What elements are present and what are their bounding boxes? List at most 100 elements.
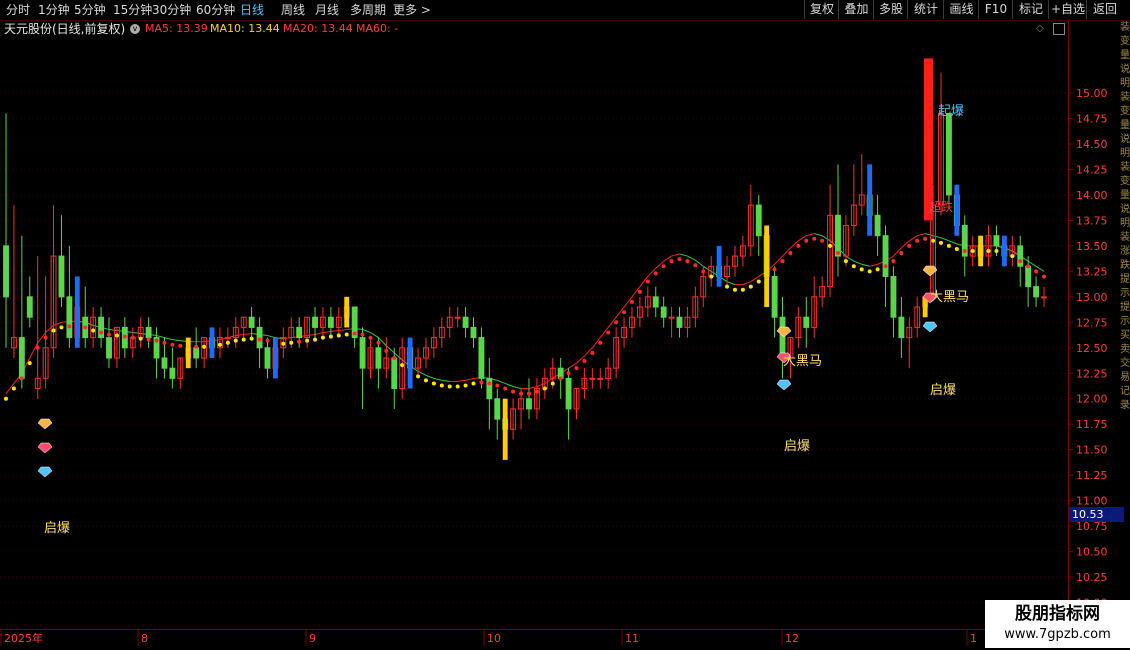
trail-dot xyxy=(828,243,833,248)
side-panel-strip[interactable]: 装变量说明装变量说明装变量说明装涨跌提示提示买卖交易记录 xyxy=(1120,21,1130,451)
y-tick-label: 14.25 xyxy=(1076,163,1108,176)
ma-line-segment xyxy=(425,374,435,379)
trail-dot xyxy=(519,391,524,396)
trail-dot xyxy=(891,259,896,264)
trail-dot xyxy=(99,330,104,335)
timeframe-1[interactable]: 1分钟 xyxy=(38,2,70,18)
candle-body xyxy=(755,204,762,237)
window-icon[interactable] xyxy=(1053,23,1065,35)
trail-dot xyxy=(907,243,912,248)
candle-body xyxy=(486,377,493,400)
trail-dot xyxy=(946,243,951,248)
trail-dot xyxy=(289,340,294,345)
trail-dot xyxy=(923,236,928,241)
ma-line-segment xyxy=(505,382,514,387)
y-tick-label: 10.25 xyxy=(1076,571,1108,584)
trail-dot xyxy=(685,259,690,264)
candle-body xyxy=(359,337,366,369)
ma-line-segment xyxy=(497,379,506,384)
qibao-top-label: 起爆 xyxy=(938,104,965,119)
y-tick-label: 14.00 xyxy=(1076,189,1108,202)
trail-dot xyxy=(27,361,32,366)
toolbar-button-3[interactable]: 统计 xyxy=(907,0,944,19)
diamond-marker xyxy=(37,442,53,454)
candle-body xyxy=(1025,265,1032,288)
y-tick-label: 15.00 xyxy=(1076,87,1108,100)
timeframe-8[interactable]: 月线 xyxy=(315,2,339,18)
timeframe-3[interactable]: 15分钟 xyxy=(113,2,152,18)
trail-dot xyxy=(534,389,539,394)
candle-body xyxy=(312,316,318,328)
trail-dot xyxy=(582,359,587,364)
trail-dot xyxy=(313,337,318,342)
y-tick-label: 13.25 xyxy=(1076,265,1108,278)
toolbar-button-7[interactable]: +自选 xyxy=(1048,0,1087,19)
timeframe-5[interactable]: 60分钟 xyxy=(196,2,235,18)
ma-line-segment xyxy=(433,377,442,381)
blue-signal-bar xyxy=(407,337,413,389)
trail-dot xyxy=(447,384,452,389)
trail-dot xyxy=(526,391,531,396)
blue-signal-bar xyxy=(272,337,278,379)
watermark-title: 股朋指标网 xyxy=(1015,604,1100,624)
trail-dot xyxy=(360,332,365,337)
timeframe-9[interactable]: 多周期 xyxy=(350,2,386,18)
trail-dot xyxy=(384,348,389,353)
blue-signal-bar xyxy=(867,164,873,236)
candle-body xyxy=(835,214,841,257)
trail-dot xyxy=(574,366,579,371)
candle-body xyxy=(26,296,33,318)
trail-dot xyxy=(471,381,476,386)
y-tick-label: 11.00 xyxy=(1076,495,1108,508)
toolbar-button-5[interactable]: F10 xyxy=(978,0,1013,19)
candle-body xyxy=(3,245,9,298)
candle-body xyxy=(375,347,382,369)
dropdown-icon[interactable]: v xyxy=(130,24,140,34)
diamond-marker xyxy=(776,326,792,338)
blue-signal-bar xyxy=(1001,235,1007,267)
y-tick-label: 12.75 xyxy=(1076,316,1108,329)
candle-body xyxy=(296,326,303,339)
timeframe-4[interactable]: 30分钟 xyxy=(152,2,191,18)
toolbar-button-0[interactable]: 复权 xyxy=(804,0,839,19)
trail-dot xyxy=(146,337,151,342)
trail-dot xyxy=(661,264,666,269)
toolbar-button-4[interactable]: 画线 xyxy=(943,0,979,19)
toolbar-button-6[interactable]: 标记 xyxy=(1012,0,1049,19)
toolbar-button-1[interactable]: 叠加 xyxy=(838,0,874,19)
ma-line-segment xyxy=(243,333,252,336)
trail-dot xyxy=(463,383,468,388)
trail-dot xyxy=(994,248,999,253)
candle-body xyxy=(945,112,952,196)
timeframe-10[interactable]: 更多 > xyxy=(393,2,431,18)
toolbar-button-8[interactable]: 返回 xyxy=(1086,0,1123,19)
candle-body xyxy=(589,377,596,380)
candle-body xyxy=(248,316,255,328)
trail-dot xyxy=(35,345,40,350)
trail-dot xyxy=(368,335,373,340)
timeframe-6[interactable]: 日线 xyxy=(240,2,264,18)
trail-dot xyxy=(439,383,444,388)
dark-horse-label-1: 大黑马 xyxy=(783,354,823,369)
candle-body xyxy=(874,214,881,237)
trail-dot xyxy=(962,248,967,253)
ma-line-segment xyxy=(235,334,244,337)
timeframe-2[interactable]: 5分钟 xyxy=(74,2,106,18)
ma-line-segment xyxy=(687,255,696,261)
trail-dot xyxy=(986,248,991,253)
trail-dot xyxy=(899,251,904,256)
diamond-icon[interactable]: ◇ xyxy=(1036,21,1044,37)
toolbar: 分时 1分钟 5分钟 15分钟 30分钟 60分钟 日线 周线 月线 多周期 更多 > 复权 叠加 多股统… xyxy=(0,0,1130,21)
trail-dot xyxy=(756,279,761,284)
trail-dot xyxy=(4,396,8,401)
trail-dot xyxy=(732,287,737,292)
ma10-label: MA10: 13.44 xyxy=(210,22,280,35)
timeframe-0[interactable]: 分时 xyxy=(6,2,30,18)
timeframe-7[interactable]: 周线 xyxy=(281,2,305,18)
trail-dot xyxy=(851,264,856,269)
trail-dot xyxy=(19,376,24,381)
price-chart[interactable]: 10.0010.2510.5010.7511.0011.2511.5011.75… xyxy=(0,0,1130,650)
y-tick-label: 14.50 xyxy=(1076,138,1108,151)
ma-line-segment xyxy=(671,253,680,257)
toolbar-button-2[interactable]: 多股 xyxy=(873,0,908,19)
